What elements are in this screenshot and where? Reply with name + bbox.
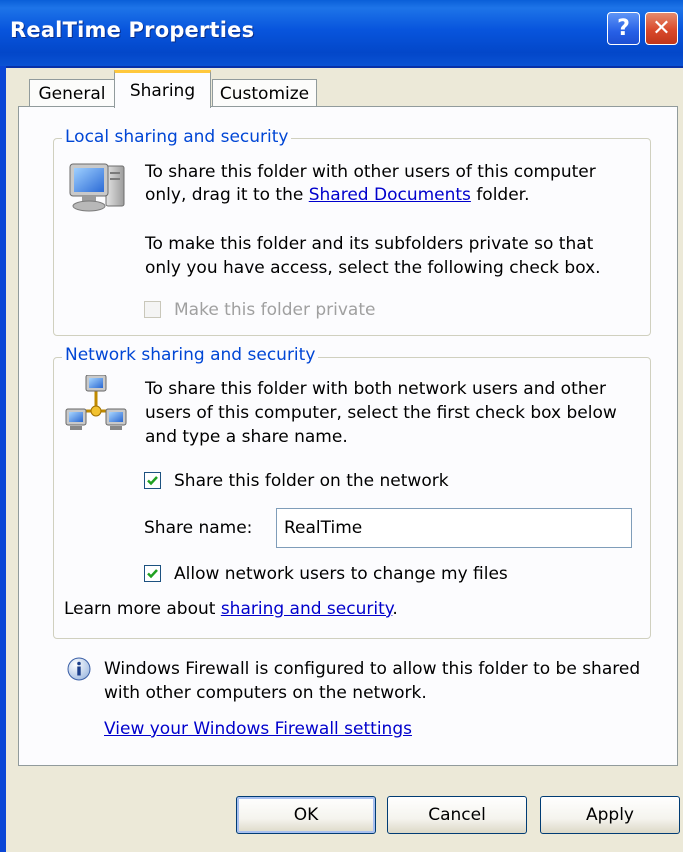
share-folder-checkbox[interactable] [144, 472, 161, 489]
tab-customize[interactable]: Customize [212, 79, 317, 107]
local-desc-line2-suffix: folder. [470, 185, 530, 205]
checkmark-icon [147, 476, 158, 486]
allow-change-checkbox[interactable] [144, 565, 161, 582]
shared-documents-link[interactable]: Shared Documents [309, 185, 471, 205]
ok-button[interactable]: OK [236, 796, 376, 834]
learn-more-text: Learn more about sharing and security. [64, 597, 398, 621]
share-name-label: Share name: [144, 518, 253, 538]
make-private-checkbox[interactable] [144, 301, 161, 318]
network-desc-line3: and type a share name. [145, 427, 348, 447]
local-desc-line2-prefix: only, drag it to the [145, 185, 309, 205]
tab-sharing-label: Sharing [129, 80, 196, 101]
tab-general-label: General [38, 83, 106, 104]
local-desc-line1: To share this folder with other users of… [145, 162, 596, 182]
local-desc-line3: To make this folder and its subfolders p… [145, 234, 594, 254]
network-desc-line2: users of this computer, select the first… [145, 403, 617, 423]
network-desc-line1: To share this folder with both network u… [145, 379, 606, 399]
checkmark-icon [147, 569, 158, 579]
help-icon: ? [617, 16, 630, 41]
local-sharing-title: Local sharing and security [62, 127, 292, 147]
tab-customize-label: Customize [219, 83, 310, 104]
share-folder-label: Share this folder on the network [174, 471, 449, 491]
network-icon [64, 374, 128, 440]
learn-more-prefix: Learn more about [64, 599, 221, 619]
tab-sharing[interactable]: Sharing [114, 70, 211, 108]
help-button[interactable]: ? [607, 12, 640, 45]
sharing-security-link[interactable]: sharing and security [221, 599, 393, 619]
window-title: RealTime Properties [10, 18, 255, 42]
close-icon: ✕ [652, 16, 671, 41]
title-bar[interactable]: RealTime Properties ? ✕ [0, 0, 683, 68]
firewall-desc-line2: with other computers on the network. [104, 683, 427, 703]
make-private-label: Make this folder private [174, 300, 376, 320]
cancel-button[interactable]: Cancel [387, 796, 527, 834]
allow-change-label: Allow network users to change my files [174, 564, 508, 584]
learn-more-suffix: . [392, 599, 398, 619]
local-desc-line4: only you have access, select the followi… [145, 258, 601, 278]
close-button[interactable]: ✕ [645, 12, 678, 45]
firewall-desc-line1: Windows Firewall is configured to allow … [104, 659, 641, 679]
local-desc-line2: only, drag it to the Shared Documents fo… [145, 183, 530, 207]
apply-button[interactable]: Apply [540, 796, 680, 834]
network-sharing-title: Network sharing and security [62, 345, 319, 365]
share-name-input[interactable]: RealTime [276, 508, 632, 548]
window-border-left [0, 66, 6, 852]
computer-icon [66, 160, 128, 223]
firewall-settings-link[interactable]: View your Windows Firewall settings [104, 717, 412, 741]
tab-general[interactable]: General [29, 79, 115, 107]
info-icon [66, 656, 92, 687]
